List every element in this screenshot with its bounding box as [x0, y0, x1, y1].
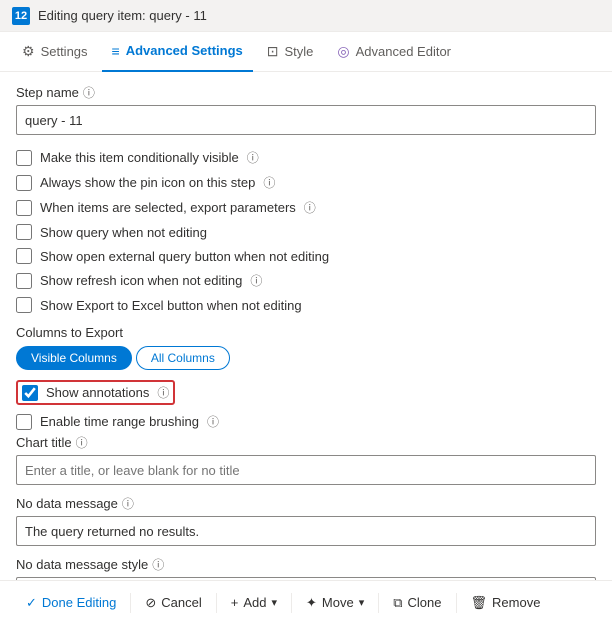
checkbox-brushing-label: Enable time range brushing — [40, 414, 199, 429]
chart-title-input[interactable] — [16, 455, 596, 485]
tab-bar: ⚙ Settings ≡ Advanced Settings ⊡ Style ◎… — [0, 32, 612, 72]
no-data-message-input[interactable] — [16, 516, 596, 546]
checkbox-show-refresh: Show refresh icon when not editing ⓘ — [16, 268, 596, 293]
tab-advanced-settings[interactable]: ≡ Advanced Settings — [102, 32, 253, 72]
step-name-label: Step name ⓘ — [16, 84, 596, 101]
checkbox-annotations-highlight: Show annotations ⓘ — [16, 380, 175, 405]
columns-to-export-label: Columns to Export — [16, 325, 596, 340]
checkbox-show-excel: Show Export to Excel button when not edi… — [16, 293, 596, 317]
tab-advanced-editor[interactable]: ◎ Advanced Editor — [327, 32, 461, 72]
chart-title-info-icon[interactable]: ⓘ — [76, 434, 88, 451]
no-data-style-wrapper: Info Warning Error — [16, 577, 596, 580]
remove-button[interactable]: 🗑 Remove — [461, 589, 551, 617]
checkbox-show-refresh-label: Show refresh icon when not editing — [40, 273, 242, 288]
checkbox-brushing-info[interactable]: ⓘ — [207, 413, 219, 430]
checkbox-show-refresh-input[interactable] — [16, 273, 32, 289]
no-data-style-info-icon[interactable]: ⓘ — [152, 556, 164, 573]
checkbox-export-params-label: When items are selected, export paramete… — [40, 200, 296, 215]
all-columns-button[interactable]: All Columns — [136, 346, 230, 370]
checkbox-show-query: Show query when not editing — [16, 220, 596, 244]
checkbox-pin: Always show the pin icon on this step ⓘ — [16, 170, 596, 195]
step-name-input[interactable] — [16, 105, 596, 135]
separator-5 — [456, 593, 457, 613]
checkbox-conditional-info[interactable]: ⓘ — [247, 149, 259, 166]
separator-3 — [291, 593, 292, 613]
checkbox-show-excel-label: Show Export to Excel button when not edi… — [40, 298, 302, 313]
move-chevron-icon: ▾ — [359, 596, 365, 609]
title-bar-icon: 12 — [12, 7, 30, 25]
checkbox-show-external-input[interactable] — [16, 248, 32, 264]
settings-icon: ⚙ — [22, 43, 35, 60]
checkbox-pin-label: Always show the pin icon on this step — [40, 175, 255, 190]
clone-button[interactable]: ⧉ Clone — [383, 589, 451, 617]
no-data-message-info-icon[interactable]: ⓘ — [122, 495, 134, 512]
checkbox-annotations-input[interactable] — [22, 385, 38, 401]
advanced-editor-icon: ◎ — [337, 43, 349, 60]
no-data-style-select[interactable]: Info Warning Error — [16, 577, 596, 580]
checkbox-annotations-info[interactable]: ⓘ — [157, 384, 169, 401]
title-bar: 12 Editing query item: query - 11 — [0, 0, 612, 32]
advanced-settings-icon: ≡ — [112, 43, 120, 59]
cancel-button[interactable]: ⊘ Cancel — [135, 589, 211, 617]
checkbox-show-excel-input[interactable] — [16, 297, 32, 313]
checkbox-conditional: Make this item conditionally visible ⓘ — [16, 145, 596, 170]
move-icon: ✦ — [306, 595, 317, 611]
checkbox-show-query-input[interactable] — [16, 224, 32, 240]
tab-style[interactable]: ⊡ Style — [257, 32, 324, 72]
clone-icon: ⧉ — [393, 595, 402, 611]
done-editing-icon: ✓ — [26, 595, 37, 611]
checkbox-brushing: Enable time range brushing ⓘ — [16, 409, 596, 434]
tab-settings[interactable]: ⚙ Settings — [12, 32, 98, 72]
action-bar: ✓ Done Editing ⊘ Cancel + Add ▾ ✦ Move ▾… — [0, 580, 612, 624]
checkbox-conditional-input[interactable] — [16, 150, 32, 166]
separator-4 — [378, 593, 379, 613]
cancel-icon: ⊘ — [145, 595, 156, 611]
checkbox-pin-input[interactable] — [16, 175, 32, 191]
checkbox-annotations-row: Show annotations ⓘ — [16, 376, 596, 409]
add-button[interactable]: + Add ▾ — [221, 589, 287, 616]
done-editing-button[interactable]: ✓ Done Editing — [16, 589, 126, 617]
move-button[interactable]: ✦ Move ▾ — [296, 589, 374, 617]
checkbox-show-refresh-info[interactable]: ⓘ — [250, 272, 262, 289]
columns-btn-group: Visible Columns All Columns — [16, 346, 596, 370]
checkbox-export-params-input[interactable] — [16, 200, 32, 216]
style-icon: ⊡ — [267, 43, 279, 60]
content-area: Step name ⓘ Make this item conditionally… — [0, 72, 612, 580]
checkbox-export-params-info[interactable]: ⓘ — [304, 199, 316, 216]
separator-1 — [130, 593, 131, 613]
no-data-style-label: No data message style ⓘ — [16, 556, 596, 573]
separator-2 — [216, 593, 217, 613]
no-data-message-group: No data message ⓘ — [16, 495, 596, 546]
add-icon: + — [231, 595, 239, 610]
step-name-group: Step name ⓘ — [16, 84, 596, 135]
checkbox-annotations-label: Show annotations — [46, 385, 149, 400]
step-name-info-icon[interactable]: ⓘ — [83, 84, 95, 101]
no-data-message-label: No data message ⓘ — [16, 495, 596, 512]
checkbox-show-external: Show open external query button when not… — [16, 244, 596, 268]
checkbox-show-query-label: Show query when not editing — [40, 225, 207, 240]
visible-columns-button[interactable]: Visible Columns — [16, 346, 132, 370]
chart-title-label: Chart title ⓘ — [16, 434, 596, 451]
columns-to-export-section: Columns to Export Visible Columns All Co… — [16, 325, 596, 370]
remove-icon: 🗑 — [471, 595, 488, 611]
checkbox-show-external-label: Show open external query button when not… — [40, 249, 329, 264]
checkbox-export-params: When items are selected, export paramete… — [16, 195, 596, 220]
no-data-style-group: No data message style ⓘ Info Warning Err… — [16, 556, 596, 580]
checkbox-pin-info[interactable]: ⓘ — [263, 174, 275, 191]
checkbox-conditional-label: Make this item conditionally visible — [40, 150, 239, 165]
title-bar-title: Editing query item: query - 11 — [38, 8, 207, 23]
chart-title-group: Chart title ⓘ — [16, 434, 596, 485]
checkbox-brushing-input[interactable] — [16, 414, 32, 430]
add-chevron-icon: ▾ — [271, 596, 277, 609]
